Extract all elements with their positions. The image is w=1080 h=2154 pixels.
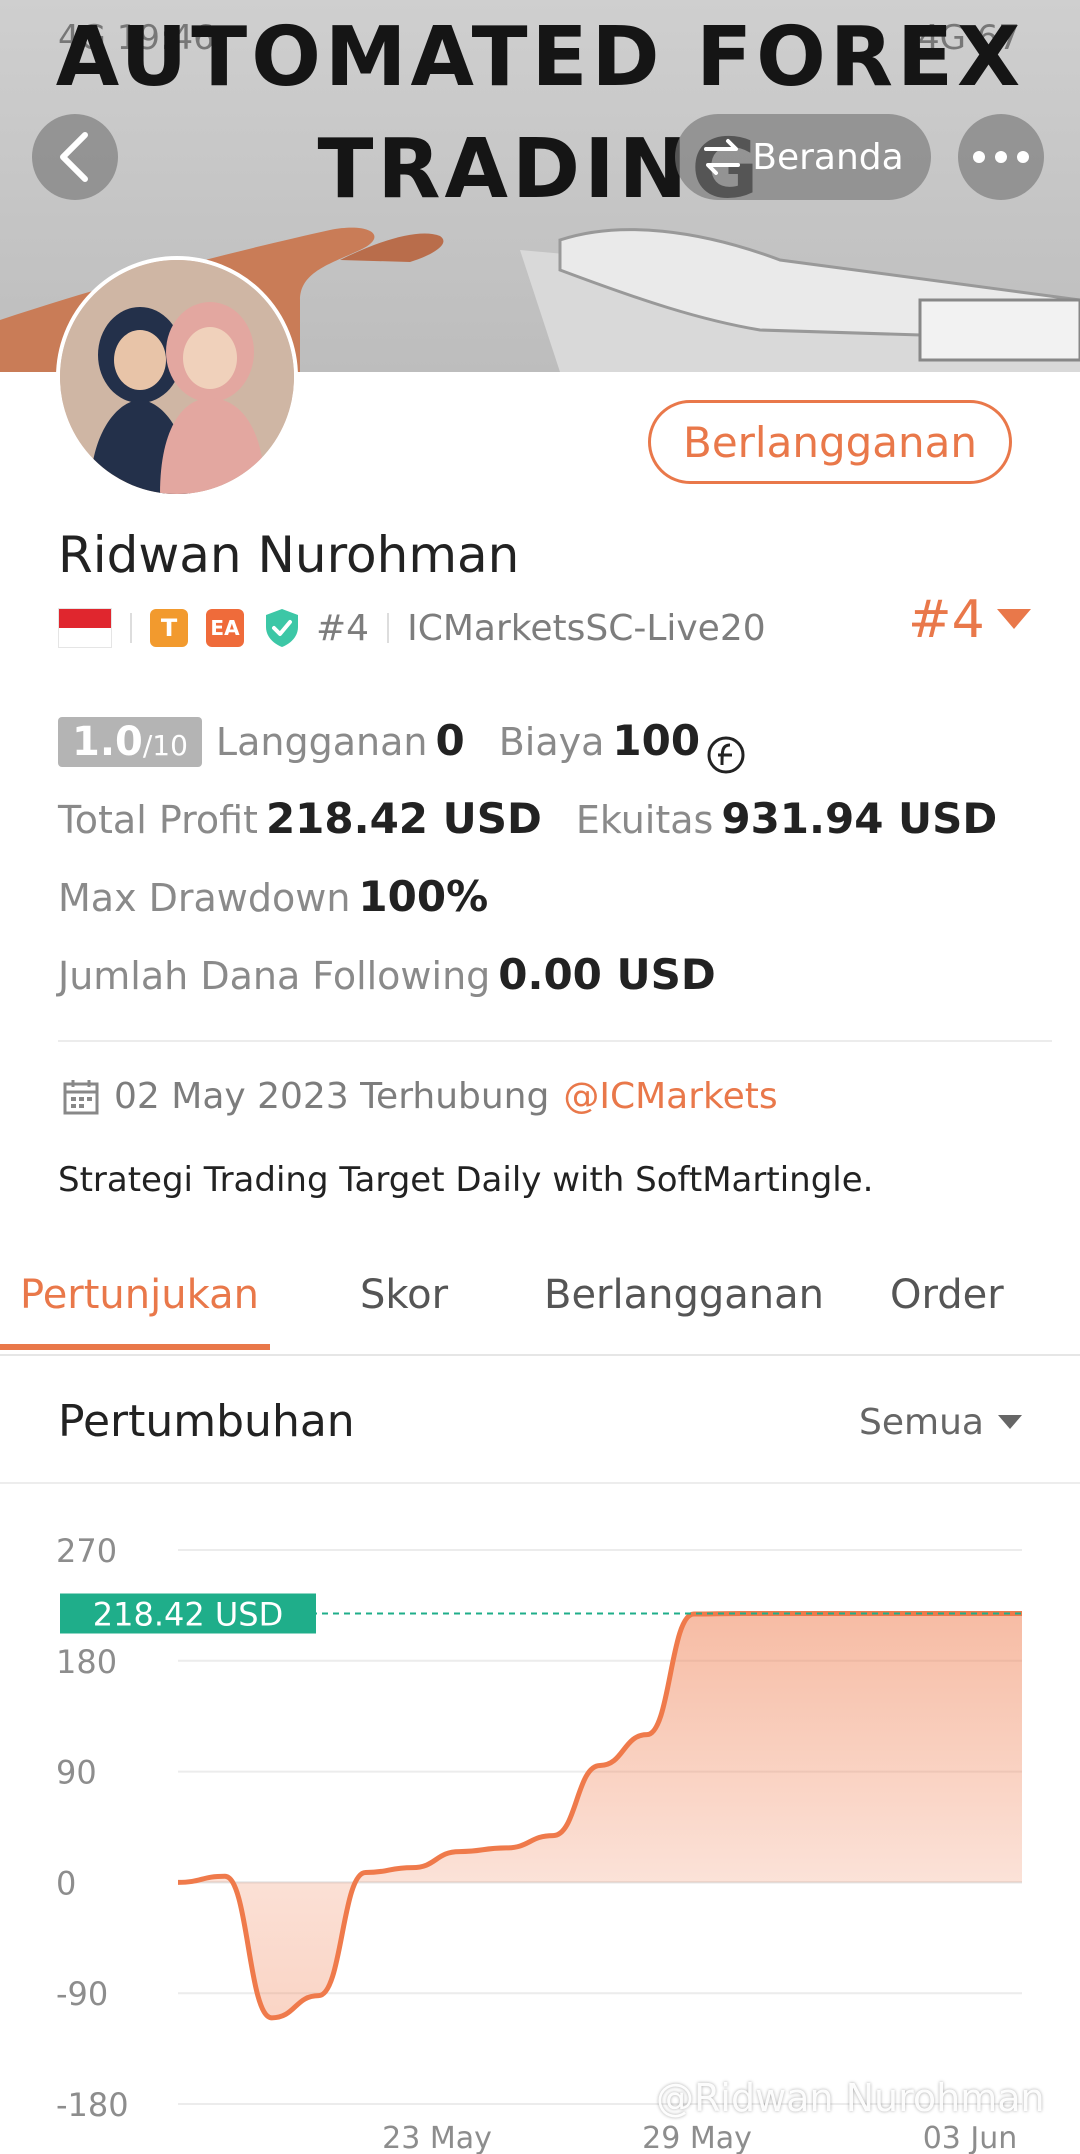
score-value: 1.0	[72, 719, 143, 765]
total-profit-label: Total Profit	[58, 798, 258, 842]
tab-score[interactable]: Skor	[360, 1272, 448, 1318]
score-max: /10	[142, 729, 188, 762]
stat-row-profit: Total Profit 218.42 USD Ekuitas 931.94 U…	[58, 794, 1038, 872]
max-drawdown-label: Max Drawdown	[58, 876, 351, 920]
y-tick-label: -180	[56, 2086, 129, 2124]
y-tick-label: 180	[56, 1643, 117, 1681]
home-label: Beranda	[752, 136, 904, 178]
x-tick-label: 03 Jun	[923, 2121, 1018, 2154]
connection-date: 02 May 2023 Terhubung	[114, 1076, 550, 1117]
coin-icon	[707, 736, 745, 774]
calendar-icon	[63, 1079, 99, 1114]
watermark: @Ridwan Nurohman	[656, 2076, 1045, 2120]
banner-title: AUTOMATED FOREX TRADING	[0, 8, 1080, 220]
trader-badges: T EA #4 ICMarketsSC-Live20	[58, 604, 766, 652]
divider	[387, 613, 390, 643]
connection-info: 02 May 2023 Terhubung @ICMarkets	[62, 1076, 778, 1117]
server-name: ICMarketsSC-Live20	[407, 607, 766, 649]
total-profit-value: 218.42 USD	[265, 794, 542, 843]
rank-dropdown[interactable]: #4	[908, 590, 1031, 650]
trader-name: Ridwan Nurohman	[58, 526, 520, 584]
section-title: Pertumbuhan	[58, 1396, 355, 1447]
stats-panel: 1.0/10 Langganan 0 Biaya 100 Total Profi…	[58, 716, 1038, 1028]
subscribe-button[interactable]: Berlangganan	[648, 400, 1012, 484]
score-box: 1.0/10	[58, 717, 202, 767]
banner-title-line1: AUTOMATED FOREX	[55, 10, 1025, 105]
max-drawdown-value: 100%	[358, 872, 489, 921]
tab-subscriptions[interactable]: Berlangganan	[544, 1272, 824, 1318]
badge-t: T	[150, 609, 188, 647]
equity-label: Ekuitas	[575, 798, 714, 842]
indonesia-flag-icon	[58, 608, 112, 648]
y-tick-label: 90	[56, 1754, 97, 1792]
following-value: 0.00 USD	[498, 950, 716, 999]
caret-down-icon	[996, 609, 1031, 629]
active-tab-indicator	[0, 1344, 270, 1350]
back-button[interactable]	[32, 114, 118, 200]
avatar[interactable]	[56, 256, 298, 498]
stat-row-following: Jumlah Dana Following 0.00 USD	[58, 950, 1038, 1028]
fee-label: Biaya	[498, 720, 605, 764]
equity-value: 931.94 USD	[721, 794, 998, 843]
swap-icon	[704, 139, 741, 175]
y-tick-label: 270	[56, 1532, 117, 1570]
subscribers-label: Langganan	[215, 720, 428, 764]
divider	[58, 1040, 1052, 1042]
growth-chart: 270 180 90 0 -90 -180 218.42 USD 23 May 29 May 03…	[56, 1532, 1022, 2154]
x-tick-label: 23 May	[382, 2121, 492, 2154]
rank-tag: #4	[316, 607, 370, 649]
verified-shield-icon	[266, 609, 298, 647]
caret-down-icon	[998, 1414, 1022, 1429]
tab-bar: Pertunjukan Skor Berlangganan Order	[0, 1262, 1080, 1356]
rank-big-value: #4	[908, 590, 985, 650]
stat-row-score: 1.0/10 Langganan 0 Biaya 100	[58, 716, 1038, 794]
stat-row-drawdown: Max Drawdown 100%	[58, 872, 1038, 950]
avatar-photo	[60, 260, 294, 494]
chevron-left-icon	[60, 132, 88, 182]
more-button[interactable]	[958, 114, 1044, 200]
y-tick-label: 0	[56, 1864, 76, 1902]
growth-header: Pertumbuhan Semua	[0, 1372, 1080, 1484]
y-tick-label: -90	[56, 1975, 108, 2013]
badge-ea: EA	[206, 609, 244, 647]
divider	[130, 613, 132, 643]
more-icon	[973, 151, 1029, 163]
filter-label: Semua	[859, 1402, 984, 1443]
current-value-label: 218.42 USD	[93, 1596, 284, 1634]
strategy-description: Strategi Trading Target Daily with SoftM…	[58, 1160, 874, 1200]
home-button[interactable]: Beranda	[675, 114, 931, 200]
period-filter[interactable]: Semua	[859, 1402, 1022, 1443]
tab-performance[interactable]: Pertunjukan	[20, 1272, 259, 1318]
following-label: Jumlah Dana Following	[58, 954, 491, 998]
x-tick-label: 29 May	[642, 2121, 752, 2154]
broker-link[interactable]: @ICMarkets	[563, 1076, 777, 1117]
tab-orders[interactable]: Order	[890, 1272, 1004, 1318]
subscribers-value: 0	[435, 716, 465, 765]
fee-value: 100	[612, 716, 701, 765]
